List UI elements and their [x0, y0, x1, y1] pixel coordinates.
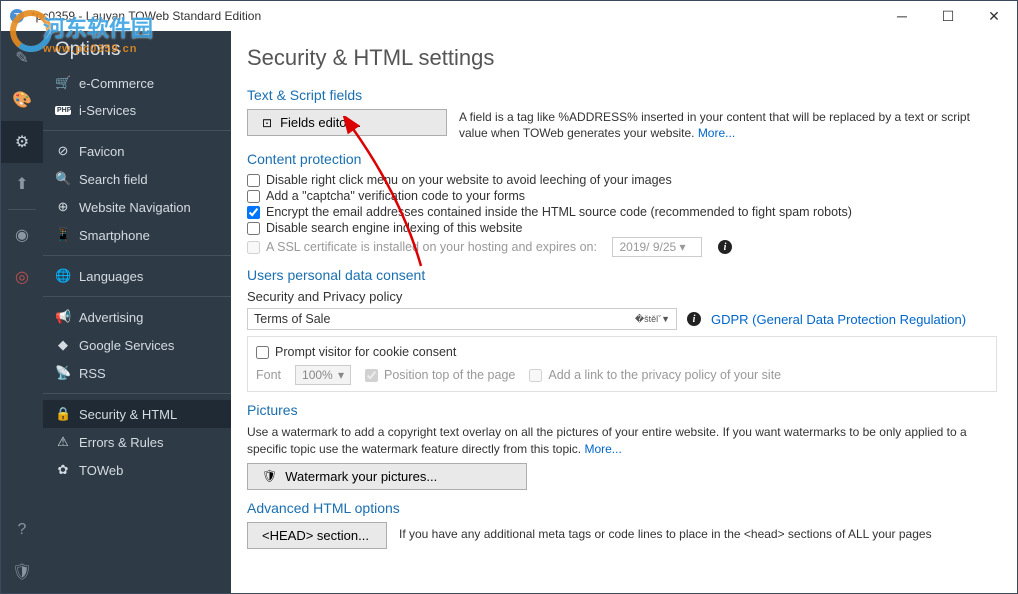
shield-icon: 🛡	[262, 469, 277, 483]
sidebar-item-errors-rules[interactable]: ⚠ Errors & Rules	[43, 428, 231, 456]
chk-position-top: Position top of the page	[365, 368, 515, 382]
section-pictures: Pictures	[247, 402, 997, 418]
pictures-more-link[interactable]: More...	[584, 442, 621, 456]
icon-rail: ✎ 🎨 ⚙ ⬆ ◉ ◎ ? 🛡	[1, 31, 43, 593]
chk-encrypt-email[interactable]: Encrypt the email addresses contained in…	[247, 205, 997, 219]
sidebar-icon: 🔍	[55, 171, 71, 187]
sidebar-item-languages[interactable]: 🌐 Languages	[43, 262, 231, 290]
gdpr-link[interactable]: GDPR (General Data Protection Regulation…	[711, 312, 966, 327]
sidebar-item-label: Security & HTML	[79, 407, 177, 422]
sidebar-icon: 🔒	[55, 406, 71, 422]
titlebar: T *pc0359 - Lauyan TOWeb Standard Editio…	[1, 1, 1017, 31]
sidebar-icon: 📢	[55, 309, 71, 325]
sidebar-icon: ✿	[55, 462, 71, 478]
svg-text:T: T	[14, 12, 20, 23]
chk-disable-rightclick[interactable]: Disable right click menu on your website…	[247, 173, 997, 187]
fields-more-link[interactable]: More...	[698, 126, 735, 140]
rail-settings-icon[interactable]: ⚙	[1, 121, 43, 163]
chk-add-privacy-link: Add a link to the privacy policy of your…	[529, 368, 781, 382]
sidebar-item-label: Advertising	[79, 310, 143, 325]
sidebar-icon: 🛒	[55, 75, 71, 91]
section-protection: Content protection	[247, 151, 997, 167]
advanced-desc: If you have any additional meta tags or …	[399, 522, 932, 542]
sidebar-item-label: Languages	[79, 269, 143, 284]
sidebar-item-i-services[interactable]: PHP i-Services	[43, 97, 231, 124]
fields-icon: ⊡	[262, 116, 272, 130]
rail-edit-icon[interactable]: ✎	[1, 37, 43, 79]
sidebar-icon: PHP	[55, 106, 71, 115]
sidebar-item-favicon[interactable]: ⊘ Favicon	[43, 137, 231, 165]
sidebar-icon: ⊕	[55, 199, 71, 215]
sidebar-item-rss[interactable]: 📡 RSS	[43, 359, 231, 387]
sidebar-header: Options	[43, 37, 231, 69]
sidebar-item-label: Errors & Rules	[79, 435, 164, 450]
sidebar-item-security-html[interactable]: 🔒 Security & HTML	[43, 400, 231, 428]
close-button[interactable]: ✕	[971, 1, 1017, 31]
chk-captcha[interactable]: Add a "captcha" verification code to you…	[247, 189, 997, 203]
content-pane: Security & HTML settings Text & Script f…	[231, 31, 1017, 593]
fields-desc: A field is a tag like %ADDRESS% inserted…	[459, 109, 997, 141]
section-advanced: Advanced HTML options	[247, 500, 997, 516]
sidebar-icon: ⊘	[55, 143, 71, 159]
font-size-input[interactable]: 100%▾	[295, 365, 351, 385]
ssl-info-icon[interactable]: i	[718, 240, 732, 254]
head-section-button[interactable]: <HEAD> section...	[247, 522, 387, 549]
rail-preview-icon[interactable]: ◉	[1, 214, 43, 256]
sidebar-icon: 📡	[55, 365, 71, 381]
sidebar-item-website-navigation[interactable]: ⊕ Website Navigation	[43, 193, 231, 221]
rail-theme-icon[interactable]: 🎨	[1, 79, 43, 121]
window-title: *pc0359 - Lauyan TOWeb Standard Edition	[31, 9, 261, 23]
sidebar-item-label: e-Commerce	[79, 76, 154, 91]
rail-help-icon[interactable]: ?	[1, 509, 43, 551]
rail-publish-icon[interactable]: ⬆	[1, 163, 43, 205]
sidebar-item-e-commerce[interactable]: 🛒 e-Commerce	[43, 69, 231, 97]
fields-editor-button[interactable]: ⊡Fields editor...	[247, 109, 447, 136]
ssl-date-input[interactable]: 2019/ 9/25 ▾	[612, 237, 702, 257]
chk-ssl: A SSL certificate is installed on your h…	[247, 237, 997, 257]
app-icon: T	[9, 8, 25, 24]
chk-disable-indexing[interactable]: Disable search engine indexing of this w…	[247, 221, 997, 235]
sidebar-item-label: i-Services	[79, 103, 136, 118]
policy-label: Security and Privacy policy	[247, 289, 997, 304]
sidebar-item-label: Google Services	[79, 338, 174, 353]
sidebar-item-advertising[interactable]: 📢 Advertising	[43, 303, 231, 331]
sidebar-icon: 📱	[55, 227, 71, 243]
page-title: Security & HTML settings	[247, 45, 997, 71]
maximize-button[interactable]: ☐	[925, 1, 971, 31]
rail-shield-icon[interactable]: 🛡	[1, 551, 43, 593]
section-text-script: Text & Script fields	[247, 87, 997, 103]
sidebar-item-label: Website Navigation	[79, 200, 191, 215]
sidebar-item-toweb[interactable]: ✿ TOWeb	[43, 456, 231, 484]
sidebar-icon: ◆	[55, 337, 71, 353]
sidebar-icon: ⚠	[55, 434, 71, 450]
minimize-button[interactable]: ─	[879, 1, 925, 31]
sidebar-item-label: TOWeb	[79, 463, 123, 478]
watermark-button[interactable]: 🛡Watermark your pictures...	[247, 463, 527, 490]
font-label: Font	[256, 368, 281, 382]
options-sidebar: Options 🛒 e-Commerce PHP i-Services ⊘ Favicon…	[43, 31, 231, 593]
pictures-desc: Use a watermark to add a copyright text …	[247, 424, 997, 456]
sidebar-item-label: Favicon	[79, 144, 125, 159]
sidebar-item-search-field[interactable]: 🔍 Search field	[43, 165, 231, 193]
sidebar-icon: 🌐	[55, 268, 71, 284]
sidebar-item-label: RSS	[79, 366, 106, 381]
sidebar-item-label: Search field	[79, 172, 148, 187]
section-consent: Users personal data consent	[247, 267, 997, 283]
sidebar-item-smartphone[interactable]: 📱 Smartphone	[43, 221, 231, 249]
rail-target-icon[interactable]: ◎	[1, 256, 43, 298]
gdpr-info-icon[interactable]: i	[687, 312, 701, 326]
chk-cookie-consent[interactable]: Prompt visitor for cookie consent	[256, 345, 988, 359]
policy-combo[interactable]: Terms of Sale�štělˇ▼	[247, 308, 677, 330]
sidebar-item-label: Smartphone	[79, 228, 150, 243]
sidebar-item-google-services[interactable]: ◆ Google Services	[43, 331, 231, 359]
